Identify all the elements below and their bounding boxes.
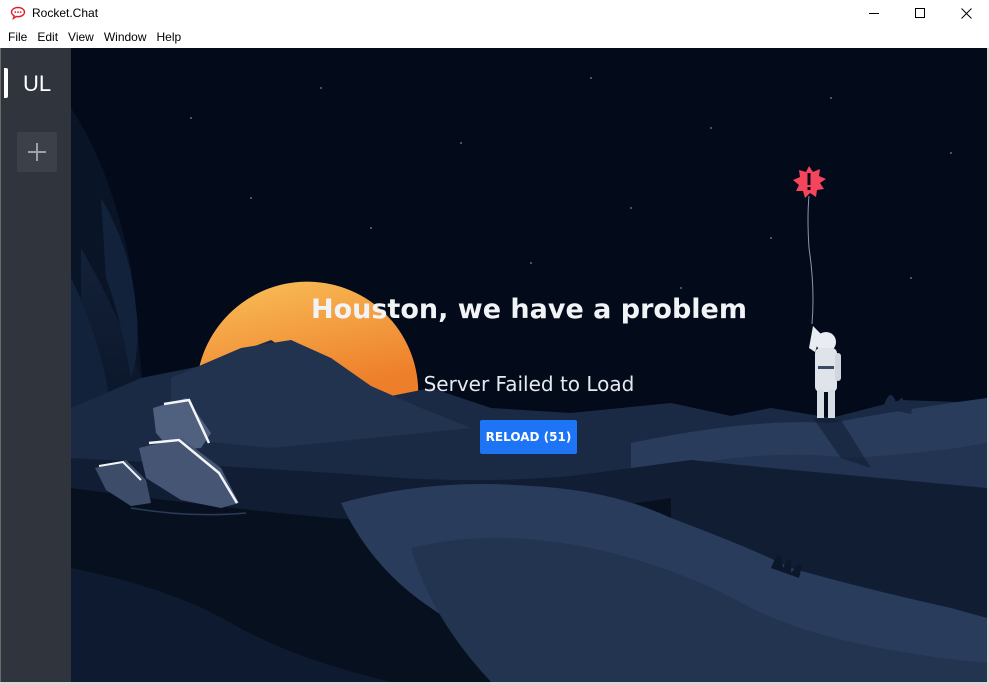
menu-help[interactable]: Help <box>152 28 187 46</box>
error-title: Houston, we have a problem <box>310 294 748 325</box>
rocket-chat-logo-icon <box>10 6 26 21</box>
app-area: UL Houston, we have a problem Server Fai… <box>1 48 987 682</box>
reload-button[interactable]: RELOAD (51) <box>480 420 577 454</box>
server-sidebar: UL <box>1 48 71 682</box>
menu-bar: File Edit View Window Help <box>0 28 989 46</box>
minimize-icon <box>869 13 879 14</box>
maximize-button[interactable] <box>897 0 943 26</box>
close-icon <box>960 7 972 19</box>
error-illustration-area: Houston, we have a problem Server Failed… <box>71 48 987 682</box>
maximize-icon <box>915 8 925 18</box>
window-title: Rocket.Chat <box>32 6 99 20</box>
menu-window[interactable]: Window <box>99 28 152 46</box>
error-subtitle: Server Failed to Load <box>423 372 635 396</box>
minimize-button[interactable] <box>851 0 897 26</box>
add-server-button[interactable] <box>17 132 57 172</box>
active-server-indicator <box>4 68 8 98</box>
title-bar: Rocket.Chat <box>0 0 989 26</box>
menu-edit[interactable]: Edit <box>32 28 63 46</box>
server-item-ul[interactable]: UL <box>17 66 57 102</box>
menu-file[interactable]: File <box>0 28 32 46</box>
close-button[interactable] <box>943 0 989 26</box>
window-controls <box>851 0 989 26</box>
error-message: Houston, we have a problem Server Failed… <box>71 48 987 682</box>
menu-view[interactable]: View <box>63 28 99 46</box>
plus-icon <box>28 143 46 161</box>
